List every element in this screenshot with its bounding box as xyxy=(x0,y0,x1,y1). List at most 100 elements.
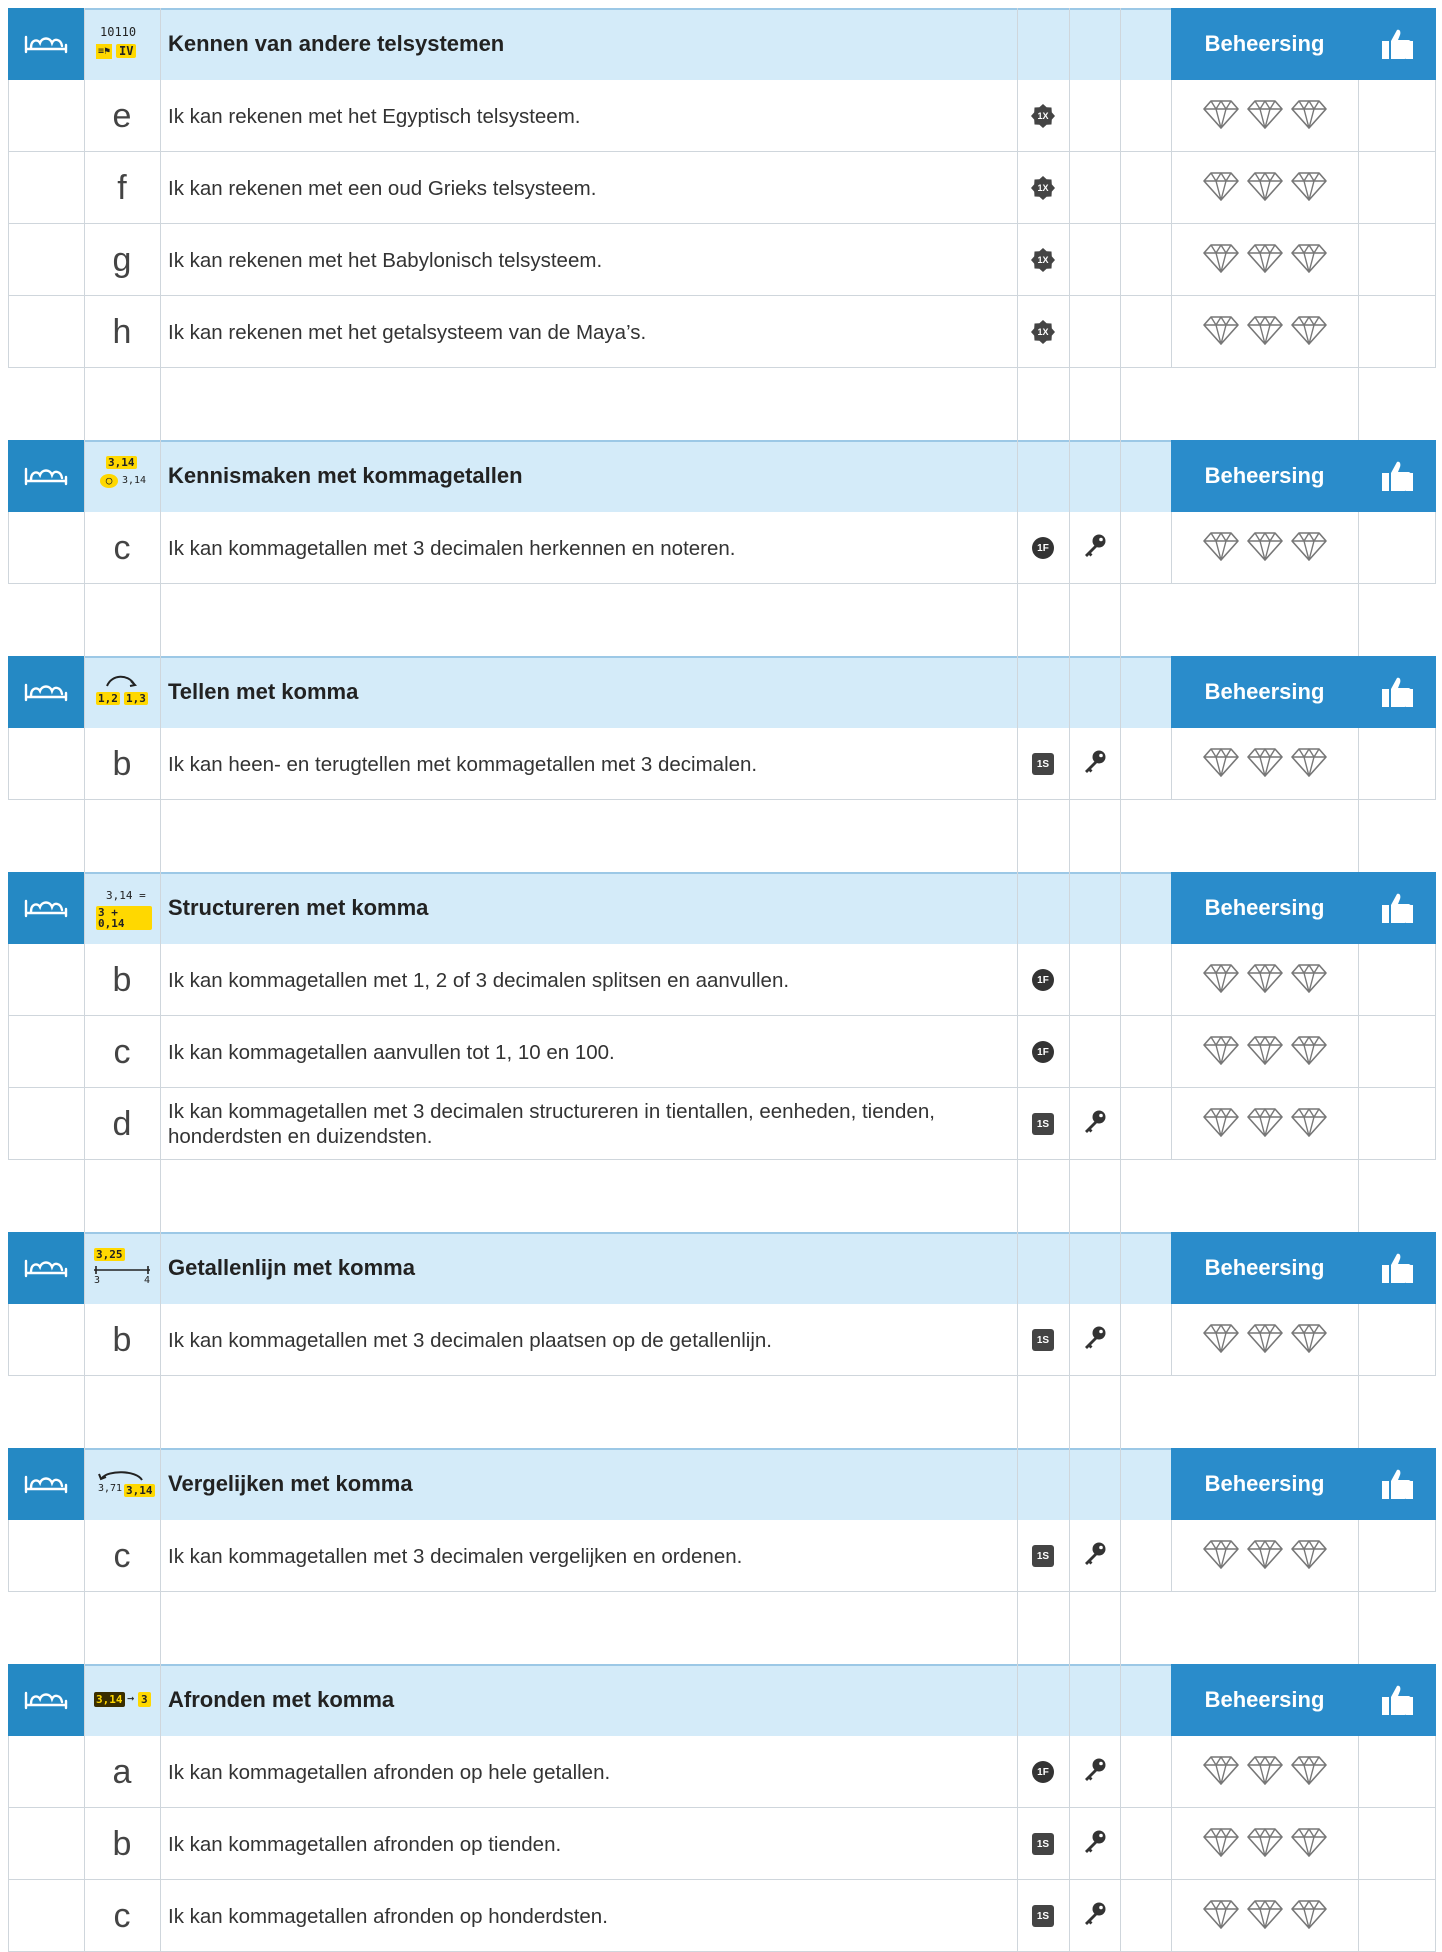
mastery-rating xyxy=(1171,728,1358,800)
diamond-icon[interactable] xyxy=(1290,1538,1328,1575)
diamond-icon[interactable] xyxy=(1202,1826,1240,1863)
diamond-icon[interactable] xyxy=(1246,746,1284,783)
diamond-icon[interactable] xyxy=(1202,1538,1240,1575)
diamond-icon[interactable] xyxy=(1246,314,1284,351)
goal-row: f Ik kan rekenen met een oud Grieks telsy… xyxy=(0,152,1442,224)
diamond-icon[interactable] xyxy=(1246,962,1284,999)
diamond-icon[interactable] xyxy=(1202,530,1240,567)
diamond-icon[interactable] xyxy=(1202,1898,1240,1935)
diamond-icon[interactable] xyxy=(1246,1106,1284,1143)
goal-letter: h xyxy=(112,312,132,351)
diamond-icon[interactable] xyxy=(1246,530,1284,567)
goal-key xyxy=(1069,80,1120,152)
goal-text: Ik kan kommagetallen afronden op hele ge… xyxy=(168,1760,611,1784)
goal-letter: a xyxy=(112,1752,132,1791)
icon-label: 3,14 xyxy=(106,456,137,469)
diamond-icon[interactable] xyxy=(1246,170,1284,207)
thumbs-up-icon[interactable] xyxy=(1358,8,1436,80)
goal-row: a Ik kan kommagetallen afronden op hele g… xyxy=(0,1736,1442,1808)
diamond-icon[interactable] xyxy=(1246,1538,1284,1575)
goal-row: b Ik kan heen- en terugtellen met kommage… xyxy=(0,728,1442,800)
level-badge-icon: 1S xyxy=(1032,1545,1054,1567)
goal-letter: e xyxy=(112,96,132,135)
bed-icon[interactable] xyxy=(8,440,84,512)
bed-icon[interactable] xyxy=(8,1232,84,1304)
diamond-icon[interactable] xyxy=(1290,1322,1328,1359)
badge-1x-icon: 1X xyxy=(1031,104,1055,128)
diamond-icon[interactable] xyxy=(1290,1106,1328,1143)
diamond-icon[interactable] xyxy=(1202,314,1240,351)
bed-icon[interactable] xyxy=(8,656,84,728)
level-badge-icon: 1F xyxy=(1032,537,1054,559)
thumbs-up-icon[interactable] xyxy=(1358,1448,1436,1520)
diamond-icon[interactable] xyxy=(1290,1754,1328,1791)
thumbs-up-icon[interactable] xyxy=(1358,1664,1436,1736)
diamond-icon[interactable] xyxy=(1290,170,1328,207)
section-title: Tellen met komma xyxy=(168,679,359,704)
goal-key xyxy=(1069,224,1120,296)
level-badge-icon: 1F xyxy=(1032,1041,1054,1063)
diamond-icon[interactable] xyxy=(1246,1898,1284,1935)
thumbs-up-icon[interactable] xyxy=(1358,1232,1436,1304)
goal-letter: b xyxy=(112,960,132,999)
diamond-icon[interactable] xyxy=(1202,1034,1240,1071)
bed-icon[interactable] xyxy=(8,1664,84,1736)
diamond-icon[interactable] xyxy=(1202,1106,1240,1143)
getallenlijn-icon: 3,25 3 4 xyxy=(92,1246,152,1290)
key-icon xyxy=(1082,1325,1108,1356)
goal-text: Ik kan kommagetallen afronden op tienden… xyxy=(168,1832,562,1856)
diamond-icon[interactable] xyxy=(1290,314,1328,351)
diamond-icon[interactable] xyxy=(1202,1322,1240,1359)
diamond-icon[interactable] xyxy=(1290,530,1328,567)
level-badge-icon: 1F xyxy=(1032,1761,1054,1783)
diamond-icon[interactable] xyxy=(1290,1898,1328,1935)
goal-letter: g xyxy=(112,240,132,279)
thumbs-up-icon[interactable] xyxy=(1358,656,1436,728)
goal-row: g Ik kan rekenen met het Babylonisch tels… xyxy=(0,224,1442,296)
goal-level: 1S xyxy=(1017,1808,1069,1880)
goal-letter: c xyxy=(113,528,131,567)
thumbs-up-icon[interactable] xyxy=(1358,440,1436,512)
spacer-row xyxy=(0,1376,1442,1448)
bed-icon[interactable] xyxy=(8,1448,84,1520)
section-icon: 3,14 → 3 xyxy=(84,1664,160,1736)
tellen-icon: 1,2 1,3 xyxy=(92,670,152,714)
diamond-icon[interactable] xyxy=(1246,1034,1284,1071)
badge-1x-icon: 1X xyxy=(1031,320,1055,344)
learning-goals-table: 10110 IV ≡⚑ Kennen van andere telsystemen Be… xyxy=(0,0,1442,1952)
diamond-icon[interactable] xyxy=(1202,962,1240,999)
key-icon xyxy=(1082,1109,1108,1140)
diamond-icon[interactable] xyxy=(1290,962,1328,999)
mastery-rating xyxy=(1171,296,1358,368)
diamond-icon[interactable] xyxy=(1202,242,1240,279)
diamond-icon[interactable] xyxy=(1202,170,1240,207)
goal-row: c Ik kan kommagetallen afronden op honder… xyxy=(0,1880,1442,1952)
diamond-icon[interactable] xyxy=(1290,1826,1328,1863)
bed-icon[interactable] xyxy=(8,872,84,944)
diamond-icon[interactable] xyxy=(1290,242,1328,279)
diamond-icon[interactable] xyxy=(1202,746,1240,783)
goal-letter: c xyxy=(113,1896,131,1935)
thumbs-up-icon[interactable] xyxy=(1358,872,1436,944)
beheersing-header: Beheersing xyxy=(1171,1448,1358,1520)
beheersing-header: Beheersing xyxy=(1171,872,1358,944)
section-header: 3,14 = 3 + 0,14 Structureren met komma Behe… xyxy=(0,872,1442,944)
diamond-icon[interactable] xyxy=(1246,1826,1284,1863)
spacer-row xyxy=(0,1592,1442,1664)
diamond-icon[interactable] xyxy=(1246,1754,1284,1791)
diamond-icon[interactable] xyxy=(1290,746,1328,783)
icon-label: 3,71 xyxy=(98,1483,123,1494)
goal-row: b Ik kan kommagetallen afronden op tiende… xyxy=(0,1808,1442,1880)
key-icon xyxy=(1082,1829,1108,1860)
diamond-icon[interactable] xyxy=(1246,242,1284,279)
level-badge-icon: 1S xyxy=(1032,1905,1054,1927)
diamond-icon[interactable] xyxy=(1246,98,1284,135)
diamond-icon[interactable] xyxy=(1246,1322,1284,1359)
level-badge-icon: 1S xyxy=(1032,753,1054,775)
diamond-icon[interactable] xyxy=(1202,98,1240,135)
diamond-icon[interactable] xyxy=(1290,98,1328,135)
diamond-icon[interactable] xyxy=(1202,1754,1240,1791)
bed-icon[interactable] xyxy=(8,8,84,80)
diamond-icon[interactable] xyxy=(1290,1034,1328,1071)
level-badge-icon: 1S xyxy=(1032,1833,1054,1855)
